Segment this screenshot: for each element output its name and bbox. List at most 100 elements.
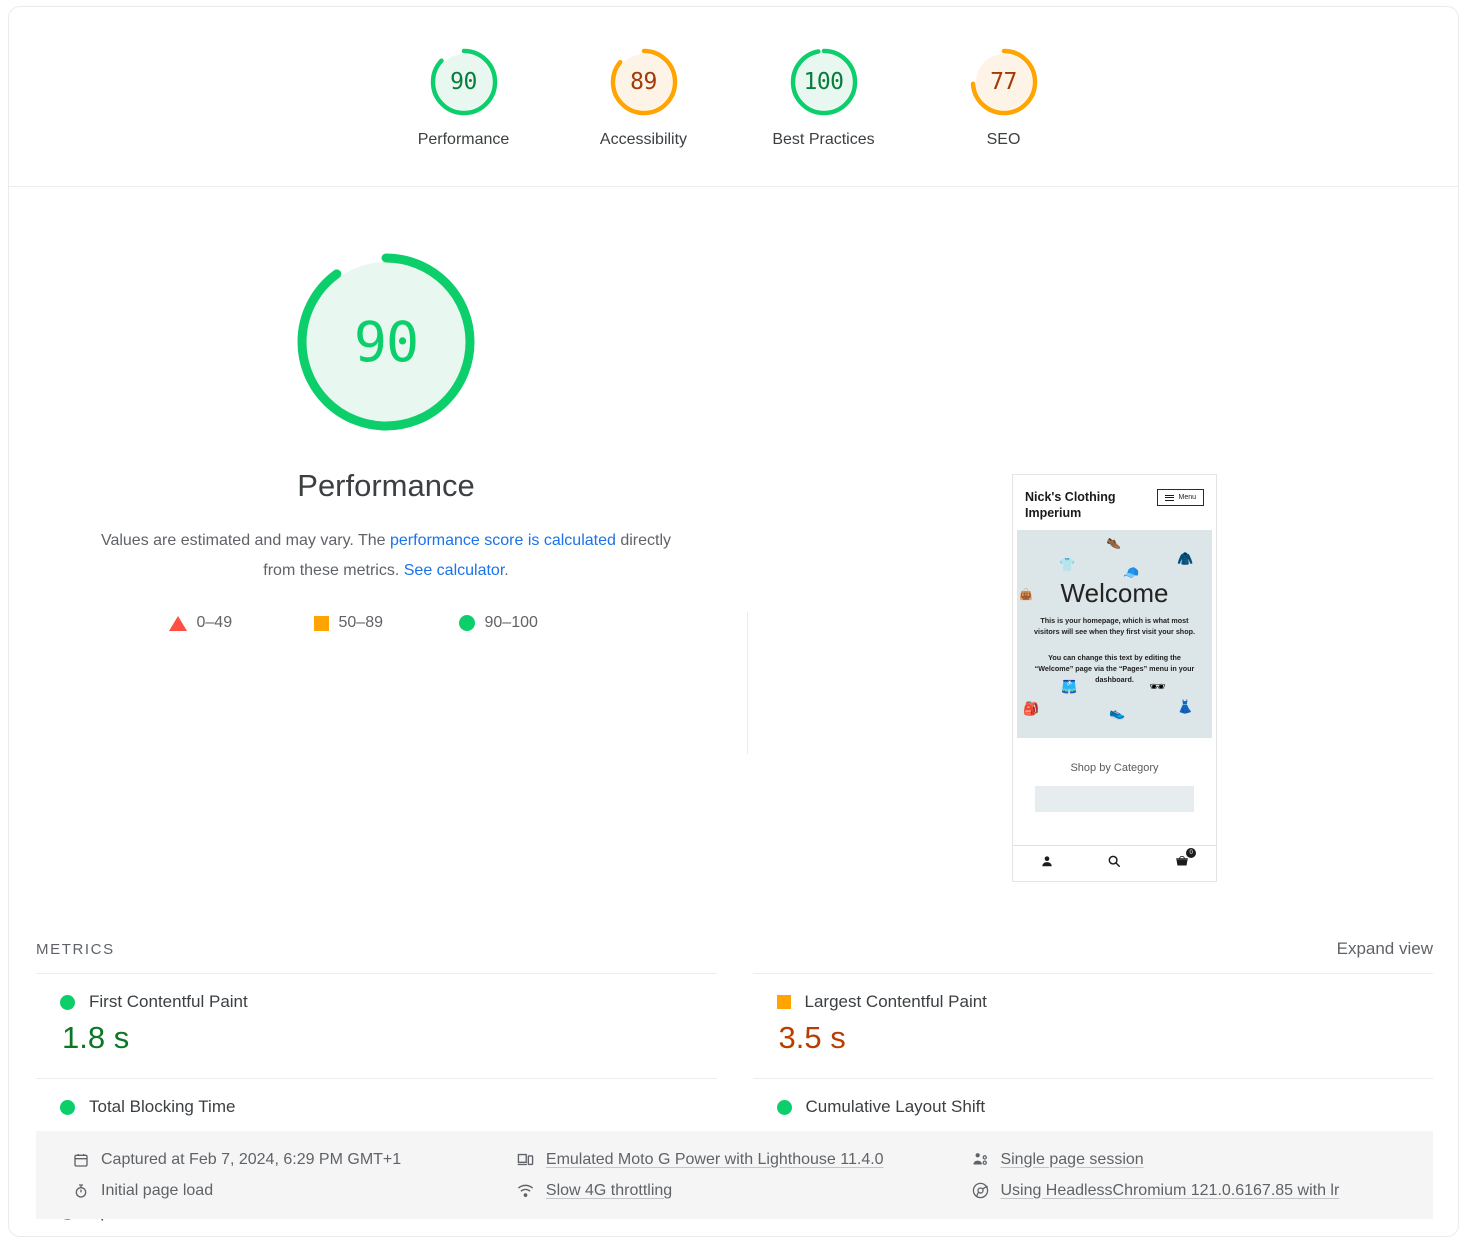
performance-description: Values are estimated and may vary. The p…: [86, 526, 686, 586]
gauge-ring: 89: [607, 45, 681, 119]
screenshot-welcome-heading: Welcome: [1060, 577, 1169, 608]
backpack-sticker-icon: 🎒: [1023, 700, 1040, 716]
single-page-session-icon: [971, 1151, 989, 1169]
footer-column-capture: Captured at Feb 7, 2024, 6:29 PM GMT+1 I…: [72, 1151, 517, 1200]
legend-range: 90–100: [484, 614, 538, 631]
legend-range: 0–49: [196, 614, 233, 631]
screenshot-paragraph-1: This is your homepage, which is what mos…: [1034, 615, 1195, 636]
gauge-label: Performance: [417, 131, 510, 148]
gauge-score: 89: [630, 69, 657, 95]
cart-icon: 0: [1175, 848, 1197, 873]
see-calculator-link[interactable]: See calculator: [404, 562, 505, 579]
screenshot-category-placeholder: [1035, 785, 1194, 812]
footer-pageload-row: Initial page load: [72, 1182, 517, 1200]
footer-column-environment: Emulated Moto G Power with Lighthouse 11…: [517, 1151, 972, 1200]
desc-text-3: .: [504, 562, 509, 579]
expand-view-toggle[interactable]: Expand view: [1337, 939, 1433, 959]
screenshot-menu-label: Menu: [1178, 494, 1196, 501]
screenshot-menu-button: Menu: [1157, 489, 1204, 506]
footer-session-row: Single page session: [971, 1151, 1397, 1169]
square-marker-icon: [776, 995, 791, 1009]
footer-column-session: Single page session Using HeadlessChromi…: [971, 1151, 1397, 1200]
report-footer: Captured at Feb 7, 2024, 6:29 PM GMT+1 I…: [36, 1131, 1433, 1219]
triangle-swatch-icon: [168, 615, 187, 631]
gauge-score: 90: [450, 69, 477, 95]
category-gauges-strip: 90 Performance 89 Accessibility 100 Best Prac…: [9, 7, 1458, 187]
report-body: 90 Performance Values are estimated and …: [9, 187, 1458, 1236]
gauge-label: SEO: [986, 131, 1021, 148]
gauge-label: Best Practices: [772, 131, 875, 148]
footer-session-text[interactable]: Single page session: [1000, 1151, 1143, 1169]
legend-range: 50–89: [338, 614, 384, 631]
device-icon: [517, 1151, 535, 1169]
metric-row[interactable]: First Contentful Paint 1.8 s: [36, 973, 717, 1078]
footer-useragent-text[interactable]: Using HeadlessChromium 121.0.6167.85 wit…: [1000, 1182, 1339, 1200]
performance-title: Performance: [297, 468, 475, 503]
gauge-score: 100: [803, 69, 844, 95]
vertical-divider: [747, 612, 748, 754]
circle-swatch-icon: [458, 615, 475, 631]
metric-name: Largest Contentful Paint: [804, 992, 987, 1011]
metric-row[interactable]: Largest Contentful Paint 3.5 s: [752, 973, 1434, 1078]
gauge-best-practices[interactable]: 100 Best Practices: [734, 45, 914, 149]
sweater-sticker-icon: 🧥: [1177, 550, 1194, 566]
gauge-accessibility[interactable]: 89 Accessibility: [554, 45, 734, 149]
hamburger-icon: [1165, 494, 1175, 501]
network-throttle-icon: [517, 1182, 535, 1200]
gauge-ring: 90: [427, 45, 501, 119]
metric-value: 3.5 s: [778, 1020, 846, 1055]
performance-summary: 90 Performance Values are estimated and …: [36, 242, 736, 632]
cart-count-badge: 0: [1186, 848, 1197, 858]
metric-head: Total Blocking Time: [60, 1097, 717, 1117]
gauge-label: Accessibility: [599, 131, 688, 148]
metric-head: Largest Contentful Paint: [776, 992, 1434, 1012]
desc-text-1: Values are estimated and may vary. The: [100, 532, 390, 549]
footer-throttle-row: Slow 4G throttling: [517, 1182, 972, 1200]
legend-item-triangle: 0–49: [168, 614, 314, 632]
screenshot-paragraph-2: You can change this text by editing the …: [1034, 652, 1195, 684]
stopwatch-icon: [72, 1182, 90, 1200]
shoe-brown-sticker-icon: 👟: [1109, 704, 1126, 720]
metric-head: Cumulative Layout Shift: [776, 1097, 1434, 1117]
performance-gauge: 90: [286, 242, 486, 442]
footer-captured-text: Captured at Feb 7, 2024, 6:29 PM GMT+1: [101, 1150, 402, 1168]
shoe-sticker-icon: 👞: [1104, 530, 1126, 550]
metric-name: First Contentful Paint: [89, 992, 248, 1011]
circle-marker-icon: [60, 994, 75, 1010]
footer-throttle-text[interactable]: Slow 4G throttling: [546, 1182, 672, 1200]
square-swatch-icon: [313, 615, 329, 631]
screenshot-hero: 👞 👕 🧢 🧥 👜 🩳 🕶 🎒 👟 👗 Welcome This is your…: [1017, 529, 1212, 738]
gauge-performance[interactable]: 90 Performance: [374, 45, 554, 149]
screenshot-brand-name: Nick's Clothing Imperium: [1025, 490, 1116, 521]
legend-item-square: 50–89: [313, 614, 459, 632]
screenshot-bottom-nav: 0: [1013, 845, 1216, 881]
footer-captured-row: Captured at Feb 7, 2024, 6:29 PM GMT+1: [72, 1151, 517, 1169]
footer-pageload-text: Initial page load: [101, 1181, 214, 1199]
legend-item-circle: 90–100: [458, 614, 604, 632]
metric-name: Total Blocking Time: [89, 1097, 236, 1116]
performance-score-link[interactable]: performance score is calculated: [390, 532, 616, 549]
performance-score: 90: [353, 310, 419, 374]
chrome-icon: [971, 1182, 989, 1200]
metric-value: 2.5 s: [62, 1230, 717, 1236]
score-legend: 0–49 50–89 90–100: [168, 614, 604, 632]
metrics-header: METRICS Expand view: [36, 939, 1433, 973]
gauge-score: 77: [990, 69, 1017, 95]
footer-emulation-row: Emulated Moto G Power with Lighthouse 11…: [517, 1151, 972, 1169]
lighthouse-report-card: 90 Performance 89 Accessibility 100 Best Prac…: [8, 6, 1459, 1237]
gauge-seo[interactable]: 77 SEO: [914, 45, 1094, 149]
account-icon: [1040, 854, 1054, 873]
calendar-icon: [72, 1151, 90, 1169]
footer-emulation-text[interactable]: Emulated Moto G Power with Lighthouse 11…: [546, 1151, 884, 1169]
final-screenshot-preview: Nick's Clothing Imperium Menu 👞 👕 🧢 🧥 👜 …: [1012, 474, 1217, 882]
metric-name: Cumulative Layout Shift: [805, 1097, 986, 1116]
screenshot-shop-by-category: Shop by Category: [1070, 761, 1159, 774]
circle-marker-icon: [60, 1099, 75, 1115]
gauge-ring: 100: [787, 45, 861, 119]
screenshot-site-header: Nick's Clothing Imperium Menu: [1013, 475, 1216, 530]
gauge-ring: 77: [967, 45, 1041, 119]
metric-value: 1.8 s: [62, 1020, 130, 1055]
dress-sticker-icon: 👗: [1177, 698, 1194, 714]
search-icon: [1107, 854, 1121, 873]
circle-marker-icon: [776, 1099, 792, 1115]
